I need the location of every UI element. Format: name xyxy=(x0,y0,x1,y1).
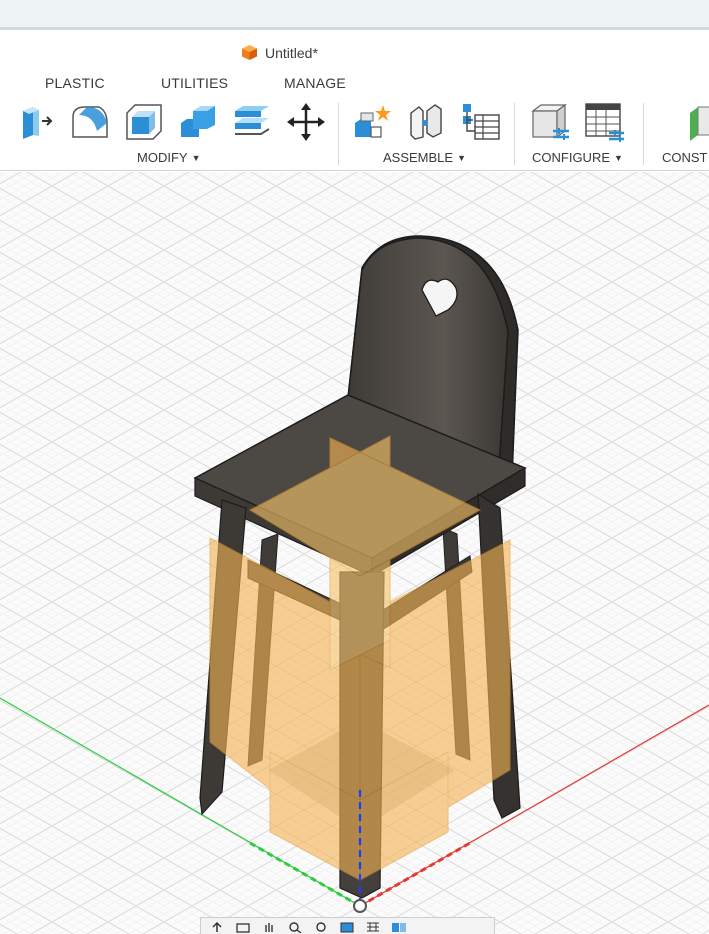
look-at-icon[interactable] xyxy=(235,920,251,933)
display-settings-icon[interactable] xyxy=(339,920,355,933)
ribbon-toolbar: Untitled* PLASTIC UTILITIES MANAGE MODIF… xyxy=(0,33,709,171)
press-pull-icon[interactable] xyxy=(14,100,58,144)
modify-menu-label: MODIFY xyxy=(137,150,188,165)
chevron-down-icon: ▼ xyxy=(191,152,201,163)
construct-plane-icon[interactable] xyxy=(686,100,709,144)
document-title-text: Untitled* xyxy=(265,44,318,61)
orange-cube-icon xyxy=(242,45,257,60)
fit-icon[interactable] xyxy=(313,920,329,932)
zoom-icon[interactable] xyxy=(287,920,303,934)
new-component-icon[interactable] xyxy=(350,100,394,144)
group-divider xyxy=(338,103,339,165)
document-title[interactable]: Untitled* xyxy=(241,44,318,61)
construct-menu-label: CONST xyxy=(662,150,708,165)
configure-menu-label: CONFIGURE xyxy=(532,150,610,165)
construct-menu[interactable]: CONST xyxy=(662,150,708,165)
fillet-icon[interactable] xyxy=(68,100,112,144)
origin-point[interactable] xyxy=(353,899,367,913)
group-divider xyxy=(514,103,515,165)
combine-icon[interactable] xyxy=(176,100,220,144)
component-tree-icon[interactable] xyxy=(458,100,502,144)
move-icon[interactable] xyxy=(284,100,328,144)
canvas-viewport[interactable] xyxy=(0,172,709,934)
assemble-menu[interactable]: ASSEMBLE ▼ xyxy=(383,150,466,165)
tab-plastic[interactable]: PLASTIC xyxy=(45,75,105,91)
title-strip xyxy=(0,0,709,30)
offset-face-icon[interactable] xyxy=(230,100,274,144)
assemble-menu-label: ASSEMBLE xyxy=(383,150,454,165)
joint-icon[interactable] xyxy=(404,100,448,144)
tab-manage[interactable]: MANAGE xyxy=(284,75,346,91)
pan-icon[interactable] xyxy=(261,920,277,932)
tab-utilities[interactable]: UTILITIES xyxy=(161,75,228,91)
viewports-icon[interactable] xyxy=(391,920,407,932)
modify-menu[interactable]: MODIFY ▼ xyxy=(137,150,200,165)
configure-model-icon[interactable] xyxy=(528,100,572,144)
configuration-table-icon[interactable] xyxy=(582,100,626,144)
orbit-icon[interactable] xyxy=(209,920,225,932)
model-scene xyxy=(0,172,709,934)
chevron-down-icon: ▼ xyxy=(614,152,623,163)
configure-menu[interactable]: CONFIGURE ▼ xyxy=(532,150,623,165)
shell-icon[interactable] xyxy=(122,100,166,144)
grid-settings-icon[interactable] xyxy=(365,920,381,932)
group-divider xyxy=(643,103,644,165)
chevron-down-icon: ▼ xyxy=(457,152,467,163)
navigation-bar xyxy=(200,917,495,934)
